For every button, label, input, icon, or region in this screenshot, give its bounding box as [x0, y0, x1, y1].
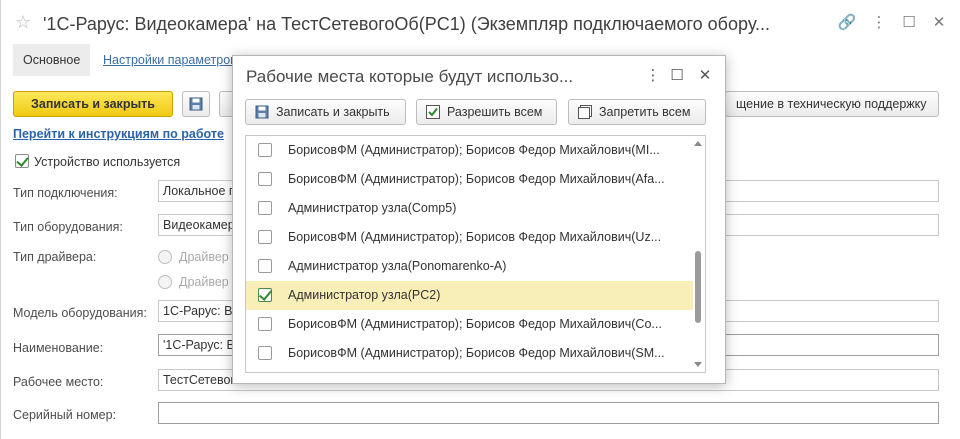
- list-item[interactable]: БорисовФМ (Администратор); Борисов Федор…: [246, 339, 693, 368]
- row-text: БорисовФМ (Администратор); Борисов Федор…: [288, 317, 662, 331]
- deny-all-label: Запретить всем: [599, 105, 691, 119]
- floppy-disk-icon: [189, 97, 203, 111]
- device-used-label: Устройство используется: [34, 155, 181, 169]
- row-checkbox[interactable]: [258, 201, 272, 215]
- list-item[interactable]: Администратор узла(Comp5): [246, 194, 693, 223]
- scroll-up-icon[interactable]: [694, 141, 702, 146]
- tab-main[interactable]: Основное: [13, 44, 91, 76]
- row-text: БорисовФМ (Администратор); Борисов Федор…: [288, 346, 665, 360]
- scroll-down-icon[interactable]: [694, 362, 702, 367]
- star-icon[interactable]: ☆: [15, 12, 31, 33]
- tab-settings[interactable]: Настройки параметров: [103, 44, 237, 76]
- name-label: Наименование:: [13, 341, 104, 355]
- device-used-checkbox[interactable]: [15, 154, 29, 168]
- list-item-selected[interactable]: Администратор узла(PC2): [246, 281, 693, 310]
- scroll-thumb[interactable]: [695, 251, 701, 323]
- row-checkbox-checked[interactable]: [258, 288, 272, 302]
- dialog-maximize-icon[interactable]: ☐: [667, 66, 687, 84]
- instructions-link[interactable]: Перейти к инструкциям по работе: [13, 127, 224, 141]
- allow-all-label: Разрешить всем: [447, 105, 543, 119]
- list-scrollbar[interactable]: [693, 139, 703, 369]
- workplaces-dialog: Рабочие места которые будут использо... …: [232, 55, 726, 384]
- serial-field[interactable]: [158, 402, 939, 424]
- driver-option-2-label: Драйвер: [179, 275, 229, 289]
- list-item[interactable]: БорисовФМ (Администратор); Борисов Федор…: [246, 223, 693, 252]
- maximize-icon[interactable]: ☐: [899, 13, 919, 31]
- row-text: БорисовФМ (Администратор); Борисов Федор…: [288, 143, 660, 157]
- title-bar: ☆ '1С-Рарус: Видеокамера' на ТестСетевог…: [1, 0, 960, 46]
- workplaces-list: БорисовФМ (Администратор); Борисов Федор…: [245, 135, 706, 373]
- list-item[interactable]: БорисовФМ (Администратор); Борисов Федор…: [246, 165, 693, 194]
- allow-all-button[interactable]: Разрешить всем: [416, 99, 557, 125]
- driver-option-1-label: Драйвер: [179, 250, 229, 264]
- close-icon[interactable]: ✕: [929, 13, 949, 31]
- row-text: БорисовФМ (Администратор); Борисов Федор…: [288, 172, 665, 186]
- driver-option-2-radio[interactable]: [158, 275, 172, 289]
- workplace-label: Рабочее место:: [13, 375, 104, 389]
- serial-label: Серийный номер:: [13, 408, 117, 422]
- row-checkbox[interactable]: [258, 259, 272, 273]
- more-menu-icon[interactable]: ⋮: [869, 13, 889, 31]
- floppy-disk-icon: [255, 105, 269, 119]
- row-text: БорисовФМ (Администратор); Борисов Федор…: [288, 230, 662, 244]
- row-text: Администратор узла(PC2): [288, 288, 441, 302]
- save-close-button[interactable]: Записать и закрыть: [13, 91, 173, 117]
- row-checkbox[interactable]: [258, 317, 272, 331]
- deny-all-button[interactable]: Запретить всем: [568, 99, 706, 125]
- row-text: Администратор узла(Comp5): [288, 201, 457, 215]
- dialog-save-close-button[interactable]: Записать и закрыть: [245, 99, 406, 125]
- list-item[interactable]: БорисовФМ (Администратор); Борисов Федор…: [246, 136, 693, 165]
- row-text: Администратор узла(Ponomarenko-A): [288, 259, 507, 273]
- row-checkbox[interactable]: [258, 230, 272, 244]
- list-item[interactable]: Администратор узла(Ponomarenko-A): [246, 252, 693, 281]
- connection-type-label: Тип подключения:: [13, 186, 118, 200]
- list-item[interactable]: БорисовФМ (Администратор); Борисов Федор…: [246, 310, 693, 339]
- save-button[interactable]: [182, 91, 210, 117]
- dialog-save-close-label: Записать и закрыть: [276, 105, 390, 119]
- link-icon[interactable]: 🔗: [837, 13, 857, 31]
- row-checkbox[interactable]: [258, 143, 272, 157]
- support-request-button[interactable]: щение в техническую поддержку: [725, 91, 939, 117]
- equipment-type-label: Тип оборудования:: [13, 220, 123, 234]
- row-checkbox[interactable]: [258, 172, 272, 186]
- dialog-more-icon[interactable]: ⋮: [643, 66, 663, 84]
- driver-type-label: Тип драйвера:: [13, 250, 97, 264]
- dialog-title: Рабочие места которые будут использо...: [246, 67, 574, 86]
- row-checkbox[interactable]: [258, 346, 272, 360]
- window-title: '1С-Рарус: Видеокамера' на ТестСетевогоО…: [43, 14, 771, 34]
- checkbox-empty-icon: [578, 105, 592, 119]
- dialog-close-icon[interactable]: ✕: [695, 66, 715, 84]
- driver-option-1-radio[interactable]: [158, 250, 172, 264]
- model-label: Модель оборудования:: [13, 306, 147, 320]
- checkbox-checked-icon: [426, 105, 440, 119]
